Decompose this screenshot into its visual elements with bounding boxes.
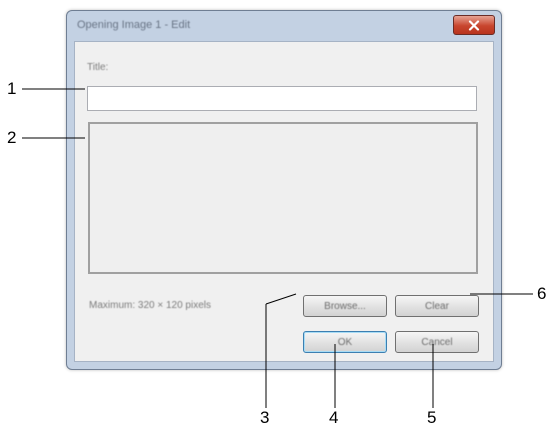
callout-1: 1	[7, 79, 17, 98]
callout-2: 2	[7, 128, 17, 147]
callout-6: 6	[537, 284, 547, 303]
callout-5: 5	[427, 408, 437, 427]
callout-leader-lines	[22, 88, 533, 408]
callout-4: 4	[329, 408, 339, 427]
callout-3: 3	[260, 408, 270, 427]
